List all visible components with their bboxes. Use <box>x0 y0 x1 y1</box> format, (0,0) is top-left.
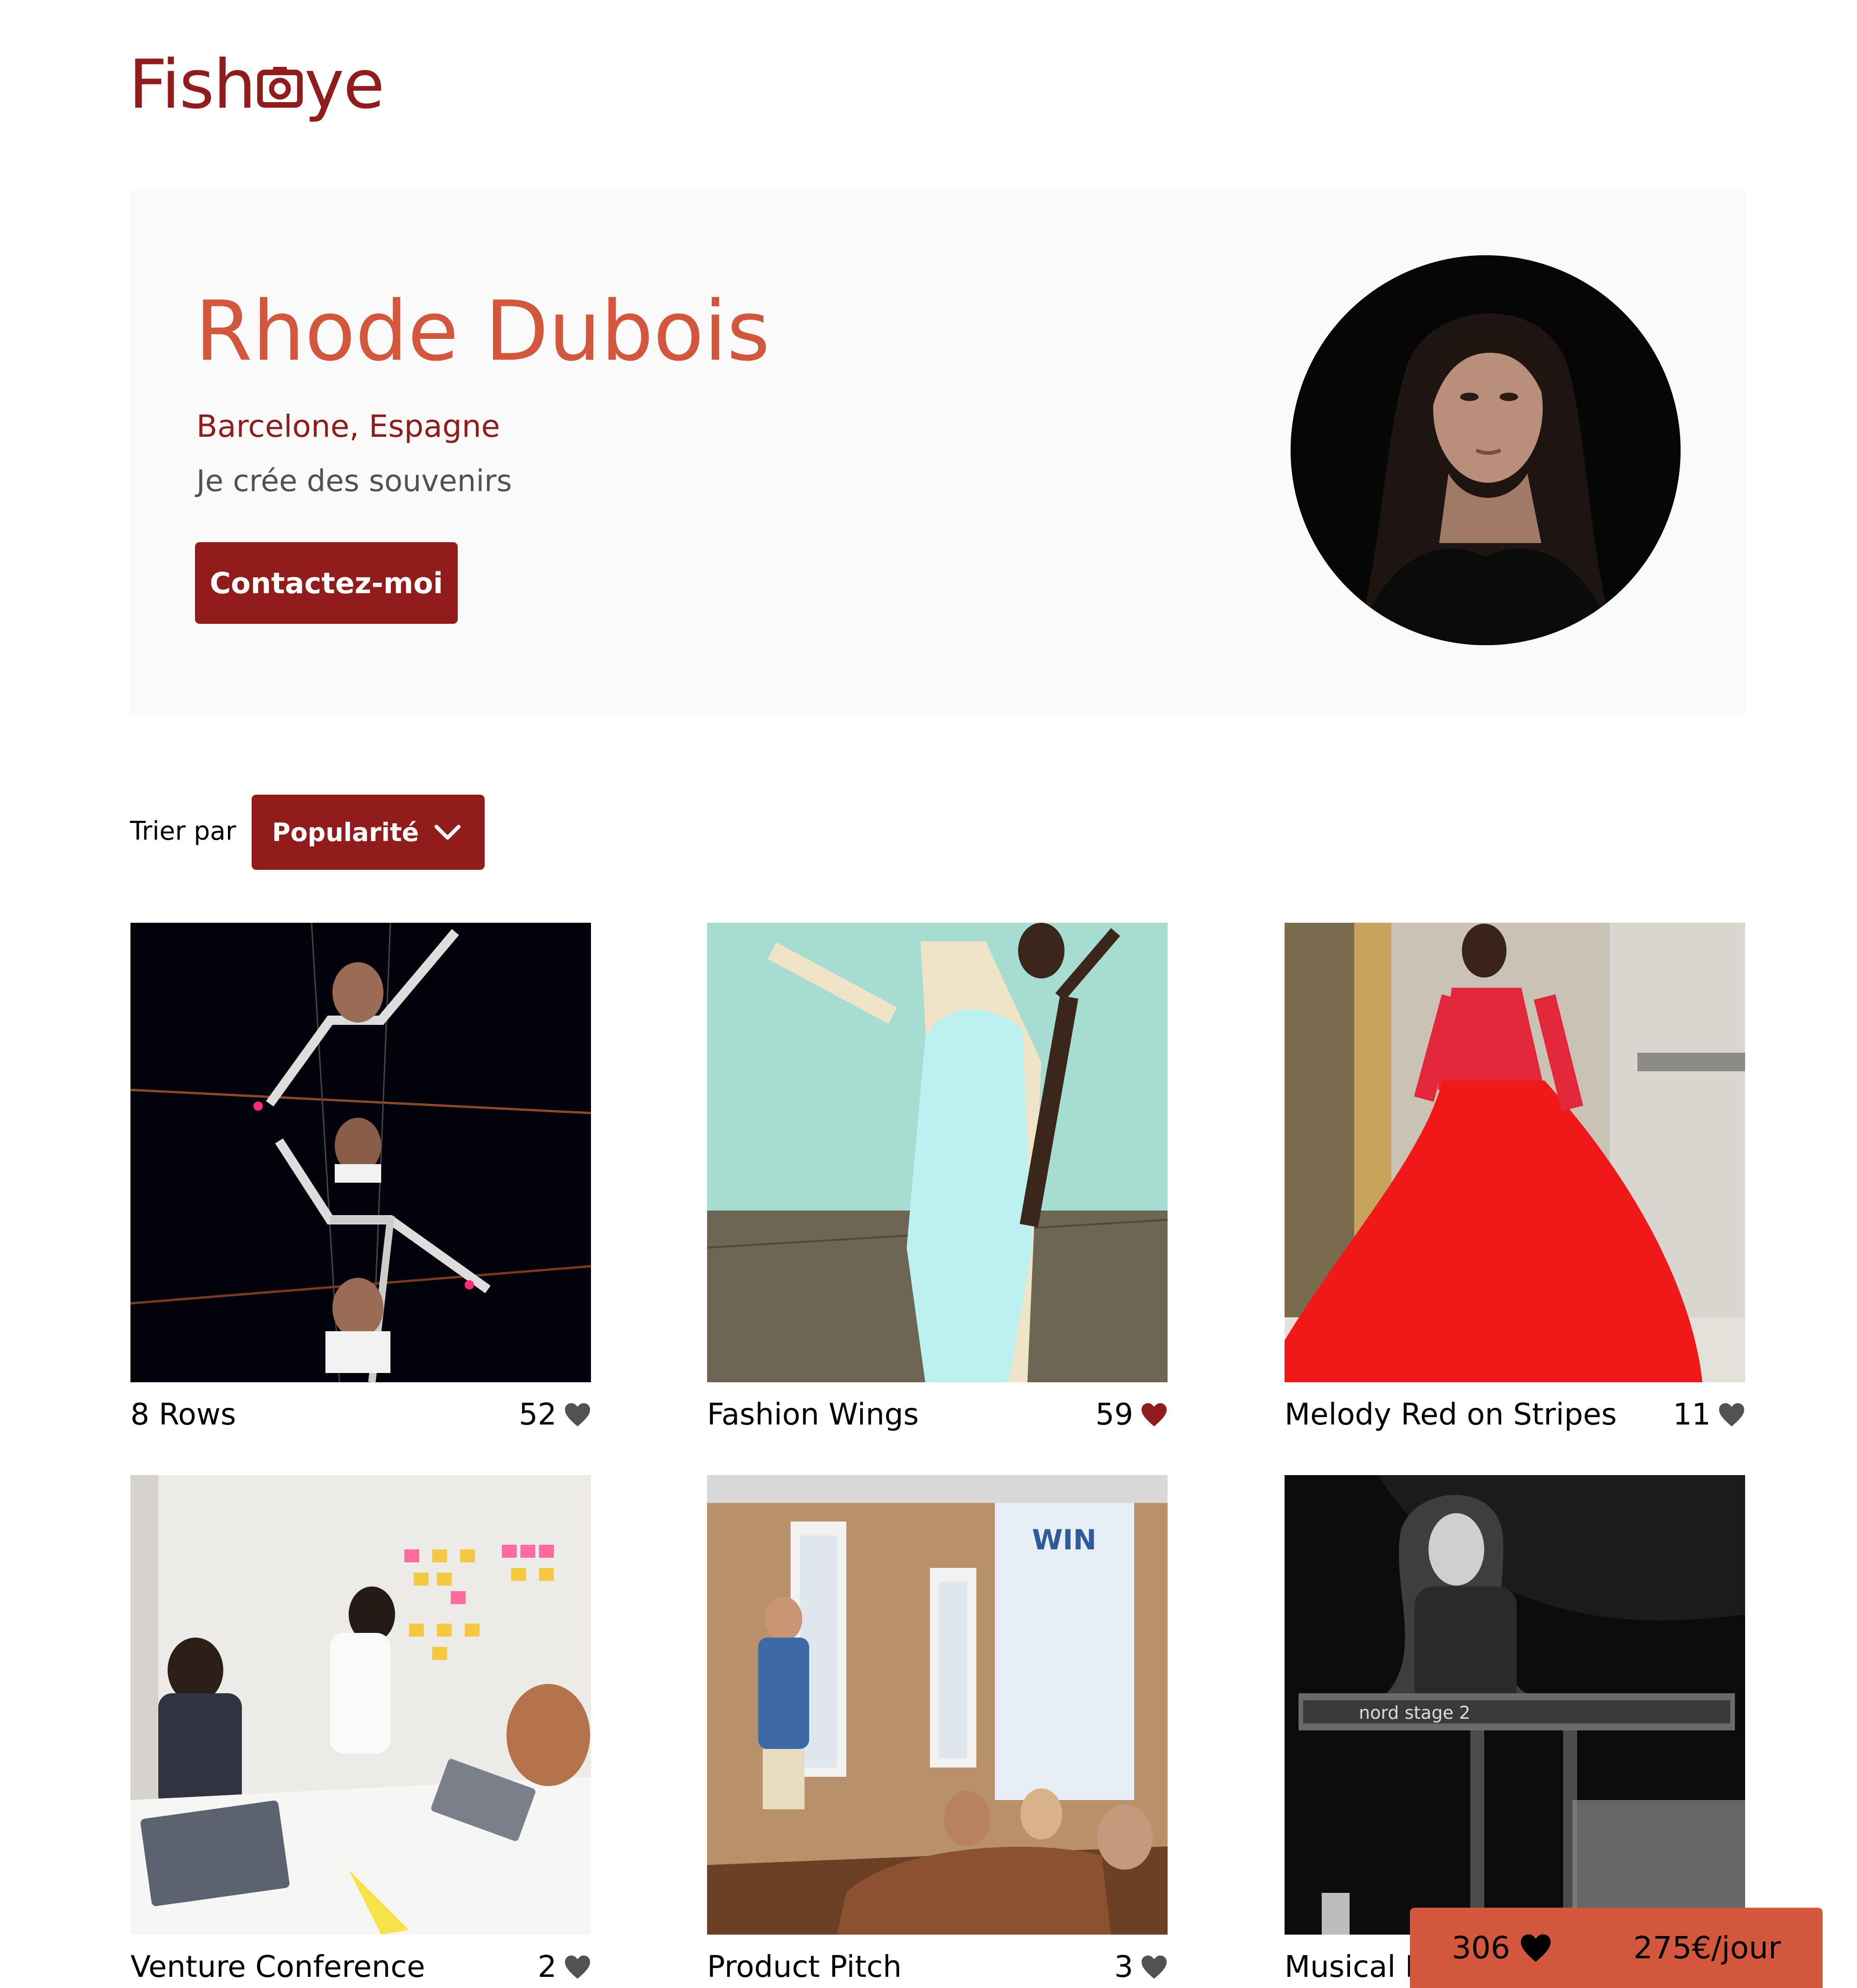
heart-icon <box>1142 1403 1167 1426</box>
photographer-avatar <box>1291 255 1681 645</box>
like-control[interactable]: 2 <box>538 1950 591 1984</box>
media-title: Melody Red on Stripes <box>1285 1398 1617 1432</box>
daily-price: 275€/jour <box>1633 1930 1781 1966</box>
total-likes: 306 <box>1452 1930 1552 1966</box>
heart-icon <box>565 1956 590 1979</box>
media-card: WIN Product Pitch 3 <box>707 1475 1168 1986</box>
media-image[interactable] <box>707 923 1168 1382</box>
media-card: Fashion Wings 59 <box>707 923 1168 1433</box>
media-title: Fashion Wings <box>707 1398 919 1432</box>
like-count: 52 <box>519 1398 557 1432</box>
media-image[interactable] <box>130 1475 591 1935</box>
chevron-down-icon <box>435 825 461 840</box>
sort-dropdown[interactable]: Popularité <box>252 795 485 870</box>
media-card: 8 Rows 52 <box>130 923 591 1433</box>
media-card: Venture Conference 2 <box>130 1475 591 1986</box>
photographer-tagline: Je crée des souvenirs <box>196 464 512 499</box>
photographer-header: Rhode Dubois Barcelone, Espagne Je crée … <box>130 190 1746 716</box>
stats-box: 306 275€/jour <box>1410 1908 1823 1988</box>
logo-text-left: Fish <box>129 45 256 124</box>
heart-icon <box>565 1403 590 1426</box>
like-control[interactable]: 59 <box>1096 1398 1168 1432</box>
contact-button[interactable]: Contactez-moi <box>195 542 458 624</box>
media-image[interactable]: nord stage 2 <box>1285 1475 1745 1935</box>
media-image[interactable] <box>130 923 591 1382</box>
like-count: 3 <box>1114 1950 1133 1984</box>
photographer-location: Barcelone, Espagne <box>196 408 500 444</box>
media-card: Melody Red on Stripes 11 <box>1285 923 1745 1433</box>
media-title: Product Pitch <box>707 1950 902 1984</box>
sort-label: Trier par <box>130 816 236 846</box>
total-likes-count: 306 <box>1452 1930 1510 1966</box>
like-control[interactable]: 52 <box>519 1398 591 1432</box>
media-title: Venture Conference <box>130 1950 425 1984</box>
like-count: 11 <box>1673 1398 1711 1432</box>
like-control[interactable]: 11 <box>1673 1398 1745 1432</box>
heart-icon <box>1142 1956 1167 1979</box>
heart-icon <box>1719 1403 1744 1426</box>
media-image[interactable] <box>1285 923 1745 1382</box>
media-title: Musical F <box>1285 1950 1422 1984</box>
photographer-name: Rhode Dubois <box>195 283 770 379</box>
heart-icon <box>1520 1934 1551 1962</box>
logo-text-right: ye <box>304 45 385 124</box>
like-count: 59 <box>1095 1398 1133 1432</box>
media-title: 8 Rows <box>130 1398 236 1432</box>
fisheye-logo[interactable]: Fish ye <box>129 45 385 124</box>
camera-icon <box>257 66 303 108</box>
like-control[interactable]: 3 <box>1114 1950 1168 1984</box>
svg-text:WIN: WIN <box>1032 1524 1097 1556</box>
keyboard-brand-text: nord stage 2 <box>1359 1703 1470 1723</box>
sort-selected-value: Popularité <box>272 817 419 847</box>
like-count: 2 <box>538 1950 557 1984</box>
media-image[interactable]: WIN <box>707 1475 1168 1935</box>
